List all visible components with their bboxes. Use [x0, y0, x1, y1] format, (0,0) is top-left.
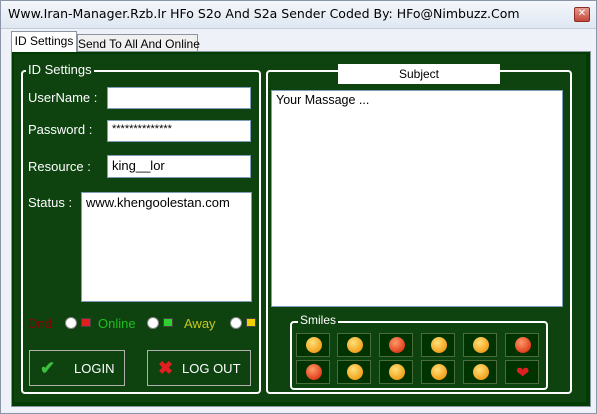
username-label: UserName : [28, 90, 98, 105]
smiley-angry[interactable] [337, 333, 371, 357]
dnd-radio[interactable] [65, 317, 77, 329]
close-button[interactable]: ✕ [574, 7, 590, 22]
online-status-icon [163, 318, 173, 327]
password-field[interactable]: ************** [107, 120, 251, 142]
id-settings-group: ID Settings UserName : Password : ******… [21, 62, 261, 394]
smiley-kiss[interactable] [296, 360, 330, 384]
close-icon: ✕ [577, 8, 587, 19]
smiley-evil-grin[interactable] [505, 333, 539, 357]
resource-label: Resource : [28, 159, 91, 174]
subject-field[interactable]: Subject [338, 64, 500, 84]
logout-label: LOG OUT [182, 361, 241, 376]
dnd-label: Dnd [28, 316, 52, 331]
username-field[interactable] [107, 87, 251, 109]
smiley-angel[interactable] [463, 333, 497, 357]
online-label: Online [98, 316, 136, 331]
laugh-icon [473, 364, 489, 380]
logout-button[interactable]: ✖ LOG OUT [147, 350, 251, 386]
kiss-icon [306, 364, 322, 380]
app-window: Www.Iran-Manager.Rzb.Ir HFo S2o And S2a … [0, 0, 597, 414]
confused-icon [389, 364, 405, 380]
message-body-field[interactable]: Your Massage ... [271, 90, 563, 307]
away-status-icon [246, 318, 256, 327]
smiley-smile[interactable] [296, 333, 330, 357]
angel-icon [473, 337, 489, 353]
dnd-status-icon [81, 318, 91, 327]
smiley-surprised[interactable] [379, 333, 413, 357]
online-radio[interactable] [147, 317, 159, 329]
status-textarea[interactable]: www.khengoolestan.com [81, 192, 252, 302]
heart-icon: ❤ [516, 363, 530, 382]
surprised-icon [389, 337, 405, 353]
away-label: Away [184, 316, 216, 331]
smiley-heart[interactable]: ❤ [505, 360, 539, 384]
password-label: Password : [28, 122, 93, 137]
status-label: Status : [28, 195, 73, 210]
resource-field[interactable]: king__lor [107, 155, 251, 178]
login-label: LOGIN [74, 361, 115, 376]
smiley-sad[interactable] [421, 360, 455, 384]
tongue-icon [347, 364, 363, 380]
login-button[interactable]: ✔ LOGIN [29, 350, 125, 386]
title-bar[interactable]: Www.Iran-Manager.Rzb.Ir HFo S2o And S2a … [1, 1, 596, 29]
smiles-legend: Smiles [298, 313, 339, 327]
smiley-laugh[interactable] [463, 360, 497, 384]
smile-icon [306, 337, 322, 353]
cross-icon: ✖ [158, 358, 174, 378]
window-title: Www.Iran-Manager.Rzb.Ir HFo S2o And S2a … [8, 6, 520, 21]
check-icon: ✔ [40, 358, 56, 378]
away-radio[interactable] [230, 317, 242, 329]
smiley-confused[interactable] [379, 360, 413, 384]
tab-id-settings[interactable]: ID Settings [11, 31, 77, 52]
panel-background: ID Settings UserName : Password : ******… [14, 54, 586, 402]
tab-panel: ID Settings UserName : Password : ******… [11, 51, 591, 407]
evil-grin-icon [515, 337, 531, 353]
angry-icon [347, 337, 363, 353]
smiley-happy[interactable] [421, 333, 455, 357]
message-group: Subject Your Massage ... Smiles ❤ [266, 64, 572, 394]
happy-icon [431, 337, 447, 353]
smiley-tongue[interactable] [337, 360, 371, 384]
smiles-group: Smiles ❤ [290, 313, 548, 390]
sad-icon [431, 364, 447, 380]
client-area: ID Settings Send To All And Online ID Se… [5, 29, 592, 409]
id-settings-legend: ID Settings [26, 62, 94, 77]
